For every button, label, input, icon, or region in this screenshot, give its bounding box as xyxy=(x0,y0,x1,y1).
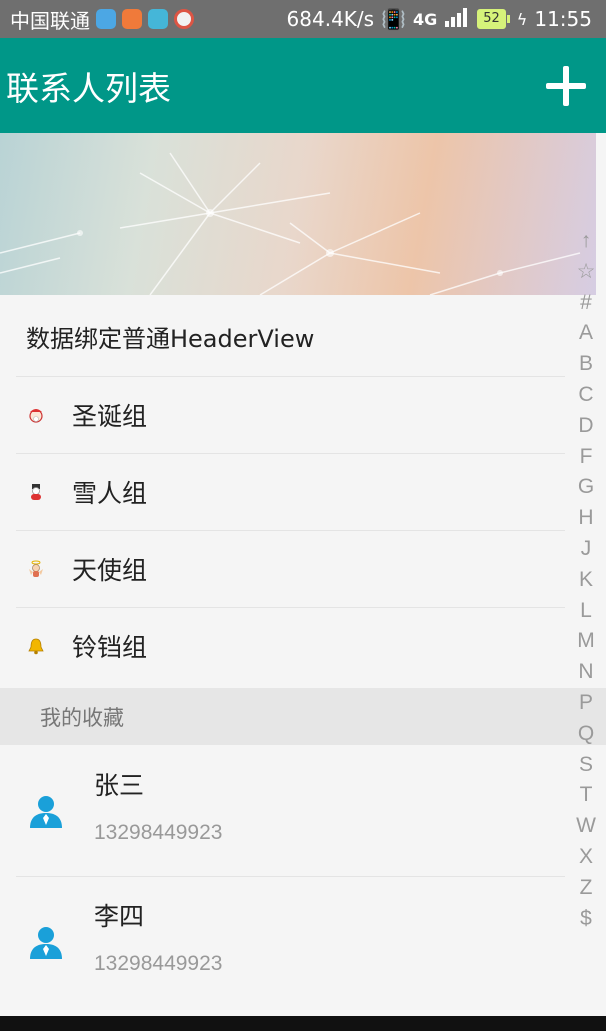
add-contact-button[interactable] xyxy=(546,65,586,106)
page-title: 联系人列表 xyxy=(6,68,171,108)
contact-list: 张三 13298449923 李四 13298449923 xyxy=(0,746,565,1007)
alphabet-side-index[interactable]: ↑ ☆ # A B C D F G H J K L M N P Q S T W … xyxy=(570,226,602,934)
index-letter[interactable]: N xyxy=(578,657,593,688)
index-letter[interactable]: C xyxy=(578,380,593,411)
index-letter[interactable]: Q xyxy=(578,719,594,750)
app-notification-icon-2 xyxy=(122,9,142,29)
signal-icon xyxy=(444,7,470,32)
status-bar: 中国联通 684.4K/s 📳 4G 52 ϟ 11:55 xyxy=(0,0,606,38)
index-letter[interactable]: $ xyxy=(580,904,592,935)
contact-phone: 13298449923 xyxy=(94,821,223,844)
angel-icon xyxy=(26,559,46,579)
app-notification-icon-4 xyxy=(174,9,194,29)
index-letter[interactable]: F xyxy=(580,442,593,473)
dandelion-image xyxy=(0,152,581,295)
index-letter[interactable]: T xyxy=(580,780,593,811)
index-letter[interactable]: # xyxy=(580,288,592,319)
group-label: 雪人组 xyxy=(72,479,148,508)
group-item-snowman[interactable]: 雪人组 xyxy=(0,454,565,530)
index-letter[interactable]: ☆ xyxy=(577,257,596,288)
index-letter[interactable]: X xyxy=(579,842,593,873)
network-speed: 684.4K/s xyxy=(286,7,375,31)
navigation-bar xyxy=(0,1016,606,1031)
contact-phone: 13298449923 xyxy=(94,952,223,975)
section-title: 我的收藏 xyxy=(40,705,124,730)
clock: 11:55 xyxy=(534,7,592,31)
index-letter[interactable]: L xyxy=(580,596,592,627)
group-label: 圣诞组 xyxy=(72,402,148,431)
snowman-icon xyxy=(26,482,46,502)
group-label: 铃铛组 xyxy=(72,633,148,662)
charging-icon: ϟ xyxy=(516,9,528,29)
index-letter[interactable]: J xyxy=(581,534,592,565)
group-item-bell[interactable]: 铃铛组 xyxy=(0,608,565,684)
index-letter[interactable]: ↑ xyxy=(581,226,592,257)
battery-level: 52 xyxy=(477,9,506,29)
contact-name: 张三 xyxy=(94,771,145,800)
favorites-section-header: 我的收藏 xyxy=(0,688,606,745)
bell-icon xyxy=(26,636,46,656)
index-letter[interactable]: G xyxy=(578,472,594,503)
index-letter[interactable]: H xyxy=(578,503,593,534)
user-avatar-icon xyxy=(28,925,64,959)
index-letter[interactable]: W xyxy=(576,811,596,842)
carrier-label: 中国联通 xyxy=(10,8,90,33)
contact-item[interactable]: 张三 13298449923 xyxy=(0,746,565,876)
vibrate-icon: 📳 xyxy=(381,7,406,31)
index-letter[interactable]: B xyxy=(579,349,593,380)
index-letter[interactable]: D xyxy=(578,411,593,442)
index-letter[interactable]: Z xyxy=(580,873,593,904)
index-letter[interactable]: M xyxy=(577,626,595,657)
contact-name: 李四 xyxy=(94,902,145,931)
app-notification-icon-1 xyxy=(96,9,116,29)
battery-icon: 52 xyxy=(477,9,510,29)
app-notification-icon-3 xyxy=(148,9,168,29)
group-item-christmas[interactable]: 圣诞组 xyxy=(0,377,565,453)
header-view-label: 数据绑定普通HeaderView xyxy=(26,324,315,353)
index-letter[interactable]: K xyxy=(579,565,593,596)
network-type: 4G xyxy=(412,9,438,29)
group-label: 天使组 xyxy=(72,556,148,585)
header-view-item[interactable]: 数据绑定普通HeaderView xyxy=(0,296,565,376)
user-avatar-icon xyxy=(28,794,64,828)
group-item-angel[interactable]: 天使组 xyxy=(0,531,565,607)
app-bar: 联系人列表 xyxy=(0,38,606,133)
index-letter[interactable]: A xyxy=(579,318,593,349)
santa-icon xyxy=(26,405,46,425)
contact-item[interactable]: 李四 13298449923 xyxy=(0,877,565,1007)
index-letter[interactable]: S xyxy=(579,750,593,781)
header-banner-image xyxy=(0,133,596,295)
group-list: 数据绑定普通HeaderView 圣诞组 雪人组 天使组 铃铛组 xyxy=(0,296,565,684)
index-letter[interactable]: P xyxy=(579,688,593,719)
